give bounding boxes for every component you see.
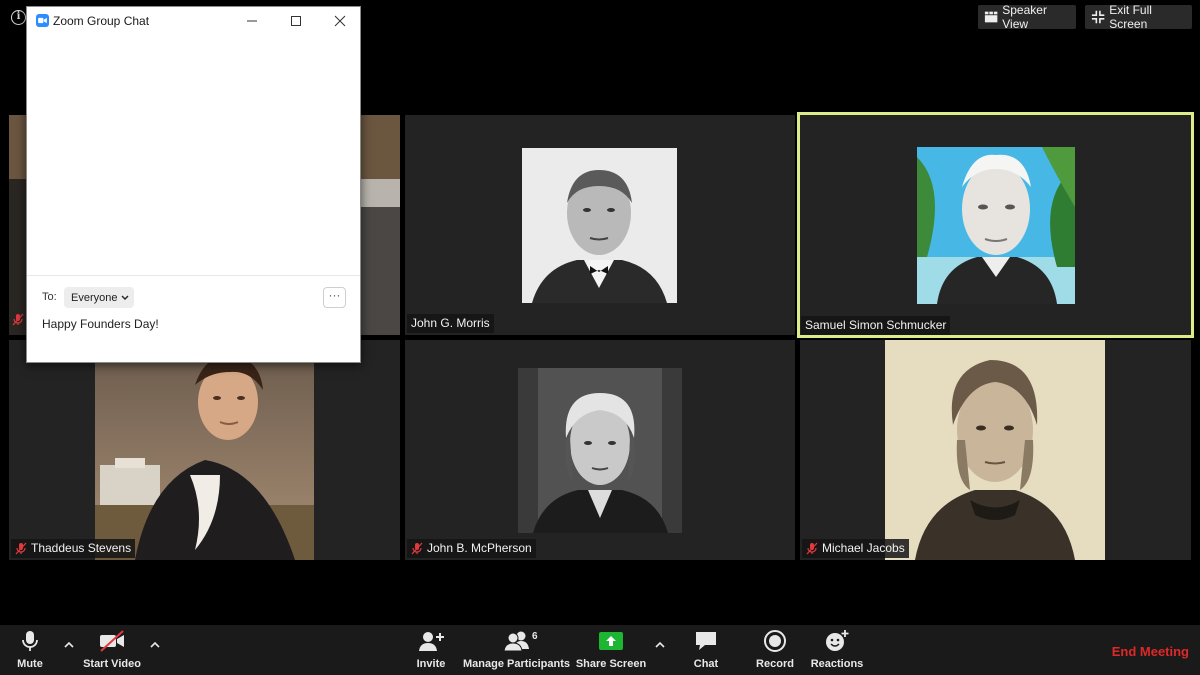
participant-photo (95, 340, 314, 560)
participant-count: 6 (532, 631, 538, 642)
muted-mic-icon (806, 542, 818, 555)
record-icon (764, 630, 786, 652)
info-icon[interactable]: i (11, 10, 26, 25)
share-screen-icon (599, 632, 623, 650)
participant-name-tag: Samuel Simon Schmucker (801, 316, 951, 335)
participant-name: Thaddeus Stevens (31, 541, 132, 555)
audio-options-caret-icon[interactable] (63, 639, 75, 651)
muted-mic-icon (15, 542, 27, 555)
record-label: Record (756, 658, 794, 670)
add-reaction-icon (826, 630, 849, 651)
add-user-icon (419, 632, 444, 651)
video-tile[interactable]: Thaddeus Stevens (9, 340, 400, 560)
more-options-button[interactable]: ··· (323, 287, 346, 308)
exit-fullscreen-icon (1091, 10, 1105, 24)
share-screen-button[interactable]: Share Screen (575, 629, 647, 670)
video-tile[interactable]: Michael Jacobs (800, 340, 1191, 560)
minimize-icon (247, 20, 257, 21)
video-camera-off-icon (100, 630, 124, 652)
video-tile-active-speaker[interactable]: Samuel Simon Schmucker (797, 112, 1194, 338)
mute-button[interactable]: Mute (12, 629, 48, 670)
muted-mic-icon (411, 542, 423, 555)
exit-fullscreen-button[interactable]: Exit Full Screen (1085, 3, 1192, 31)
maximize-icon (291, 15, 301, 26)
chat-divider (27, 275, 360, 276)
participant-name-tag: Michael Jacobs (802, 539, 909, 558)
mute-indicator (12, 313, 24, 331)
reactions-label: Reactions (810, 658, 864, 670)
recipient-dropdown[interactable]: Everyone (64, 287, 134, 308)
chat-message-input[interactable]: Happy Founders Day! (42, 317, 159, 331)
invite-button[interactable]: Invite (413, 629, 449, 670)
start-video-label: Start Video (83, 658, 141, 670)
participant-photo (522, 148, 677, 303)
chat-window-title: Zoom Group Chat (53, 13, 150, 28)
participant-name: Michael Jacobs (822, 541, 905, 555)
participant-photo (518, 368, 682, 533)
meeting-toolbar: Mute Start Video Invite Manage Participa… (0, 625, 1200, 675)
participant-name-tag: Thaddeus Stevens (11, 539, 136, 558)
speaker-view-icon (984, 11, 998, 23)
zoom-meeting-window: i Speaker View Exit Full Screen John G. … (0, 0, 1200, 675)
close-button[interactable] (318, 7, 362, 34)
reactions-button[interactable]: Reactions (811, 629, 863, 670)
chevron-down-icon (121, 295, 129, 300)
share-screen-label: Share Screen (575, 658, 647, 670)
chat-label: Chat (693, 658, 719, 670)
record-button[interactable]: Record (755, 629, 795, 670)
video-options-caret-icon[interactable] (149, 639, 161, 651)
participant-name: John G. Morris (411, 316, 490, 330)
chat-window[interactable]: Zoom Group Chat To: Everyone ··· Happy F… (26, 6, 361, 363)
participant-name-tag: John B. McPherson (407, 539, 536, 558)
minimize-button[interactable] (230, 7, 274, 34)
start-video-button[interactable]: Start Video (82, 629, 142, 670)
participant-name-tag: John G. Morris (407, 314, 494, 333)
maximize-button[interactable] (274, 7, 318, 34)
invite-label: Invite (416, 658, 446, 670)
participant-photo (917, 147, 1075, 304)
manage-participants-label: Manage Participants (463, 658, 570, 670)
muted-mic-icon (12, 313, 24, 326)
mute-label: Mute (17, 658, 43, 670)
participant-photo (885, 340, 1105, 560)
speaker-view-label: Speaker View (1002, 3, 1047, 31)
zoom-logo-icon (36, 14, 49, 27)
recipient-value: Everyone (71, 291, 118, 304)
participants-icon (502, 631, 529, 652)
video-tile[interactable]: John G. Morris (405, 115, 795, 335)
end-meeting-button[interactable]: End Meeting (1112, 644, 1189, 659)
to-label: To: (42, 291, 57, 303)
speaker-view-button[interactable]: Speaker View (978, 3, 1076, 31)
participant-name: Samuel Simon Schmucker (805, 318, 947, 332)
chat-bubble-icon (696, 632, 716, 650)
video-tile[interactable]: John B. McPherson (405, 340, 795, 560)
chat-button[interactable]: Chat (690, 629, 722, 670)
exit-fullscreen-label: Exit Full Screen (1109, 3, 1152, 31)
participant-name: John B. McPherson (427, 541, 532, 555)
manage-participants-button[interactable]: Manage Participants (463, 629, 570, 670)
close-icon (334, 15, 346, 26)
microphone-icon (22, 631, 38, 651)
share-options-caret-icon[interactable] (654, 639, 666, 651)
